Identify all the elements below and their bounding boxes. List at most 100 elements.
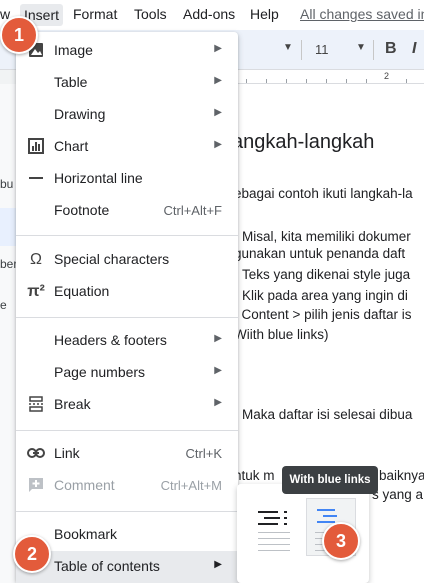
menu-item-horizontal-line[interactable]: Horizontal line: [16, 163, 238, 195]
ruler[interactable]: 2: [236, 70, 424, 84]
menu-item-headers-footers[interactable]: Headers & footers ▶: [16, 325, 238, 357]
pi-icon: π²: [27, 283, 45, 300]
menu-divider: [16, 430, 238, 431]
shortcut-label: Ctrl+K: [185, 446, 222, 461]
link-icon: [27, 445, 45, 463]
ruler-tick: [326, 79, 327, 83]
menu-item-label: Special characters: [54, 251, 170, 267]
menu-item-table[interactable]: Table ▶: [16, 67, 238, 99]
submenu-arrow-icon: ▶: [214, 107, 222, 118]
document-line: Misal, kita memiliki dokumer: [242, 229, 411, 244]
toc-preview-number: [284, 511, 287, 513]
document-line: Teks yang dikenai style juga: [242, 267, 411, 282]
ruler-tick: [346, 79, 347, 83]
submenu-arrow-icon: ▶: [214, 333, 222, 344]
menu-format[interactable]: Format: [73, 6, 117, 22]
menu-item-link[interactable]: Link Ctrl+K: [16, 438, 238, 470]
toolbar-divider: [373, 40, 374, 60]
italic-button[interactable]: I: [412, 40, 416, 58]
toc-preview-link: [317, 509, 335, 511]
toc-with-page-numbers-option[interactable]: [249, 498, 299, 556]
document-line: baiknya: [379, 468, 424, 483]
menu-item-equation[interactable]: π² Equation: [16, 276, 238, 308]
ruler-tick: [406, 79, 407, 83]
ruler-number: 2: [384, 71, 390, 81]
left-text-fragment: bu: [0, 177, 14, 191]
document-line: ebagai contoh ikuti langkah-la: [234, 186, 413, 201]
submenu-arrow-icon: ▶: [214, 43, 222, 54]
submenu-arrow-icon: ▶: [214, 559, 222, 570]
menu-item-special-characters[interactable]: Ω Special characters: [16, 244, 238, 276]
menu-item-comment[interactable]: Comment Ctrl+Alt+M: [16, 470, 238, 502]
ruler-tick: [246, 79, 247, 83]
shortcut-label: Ctrl+Alt+M: [160, 478, 222, 493]
callout-step-1: 1: [0, 16, 38, 54]
document-line: s yang a: [372, 487, 424, 502]
callout-step-3: 3: [322, 522, 360, 560]
toc-preview-text: [258, 550, 290, 551]
break-icon: [27, 396, 45, 414]
menu-item-label: Page numbers: [54, 364, 146, 380]
submenu-arrow-icon: ▶: [214, 139, 222, 150]
menu-help[interactable]: Help: [250, 6, 279, 22]
menu-item-drawing[interactable]: Drawing ▶: [16, 99, 238, 131]
menu-item-label: Link: [54, 445, 80, 461]
font-dropdown-chevron-icon[interactable]: ▼: [283, 42, 293, 53]
menu-item-label: Image: [54, 42, 93, 58]
menu-item-label: Table of contents: [54, 558, 160, 574]
shortcut-label: Ctrl+Alt+F: [163, 203, 222, 218]
toc-preview-line: [264, 517, 280, 519]
document-heading: angkah-langkah: [232, 131, 375, 153]
document-line: ntuk m: [234, 468, 275, 483]
insert-menu: Image ▶ Table ▶ Drawing ▶ Chart ▶ Horizo…: [16, 32, 238, 583]
document-line: Maka daftar isi selesai dibua: [242, 407, 413, 422]
menu-bar: w Insert Format Tools Add-ons Help All c…: [0, 0, 424, 30]
toc-preview-text: [258, 538, 290, 539]
menu-item-label: Bookmark: [54, 526, 118, 542]
menu-item-label: Equation: [54, 283, 110, 299]
menu-item-label: Headers & footers: [54, 332, 167, 348]
comment-icon: [27, 477, 45, 495]
save-status-link[interactable]: All changes saved in: [300, 6, 424, 22]
menu-addons[interactable]: Add-ons: [183, 6, 235, 22]
toc-preview-text: [258, 532, 290, 533]
menu-item-label: Horizontal line: [54, 170, 143, 186]
menu-tools[interactable]: Tools: [134, 6, 167, 22]
menu-item-page-numbers[interactable]: Page numbers ▶: [16, 357, 238, 389]
menu-item-label: Footnote: [54, 202, 110, 218]
bold-button[interactable]: B: [385, 40, 397, 58]
menu-item-label: Drawing: [54, 106, 106, 122]
menu-item-break[interactable]: Break ▶: [16, 389, 238, 421]
toc-preview-link: [323, 515, 337, 517]
document-line: gunakan untuk penanda daft: [234, 246, 406, 261]
omega-icon: Ω: [30, 251, 42, 268]
ruler-tick: [266, 79, 267, 83]
font-size-chevron-icon[interactable]: ▼: [356, 42, 366, 53]
menu-item-image[interactable]: Image ▶: [16, 35, 238, 67]
toc-preview-line: [258, 523, 278, 525]
ruler-tick: [366, 79, 367, 83]
toc-preview-number: [284, 523, 287, 525]
left-text-fragment: ber: [0, 257, 18, 271]
menu-item-label: Table: [54, 74, 88, 90]
document-line: Klik pada area yang ingin di: [242, 288, 408, 303]
menu-item-label: Comment: [54, 477, 115, 493]
ruler-tick: [286, 79, 287, 83]
submenu-arrow-icon: ▶: [214, 75, 222, 86]
toolbar-divider: [301, 40, 302, 60]
toc-preview-number: [284, 517, 287, 519]
callout-step-2: 2: [13, 535, 51, 573]
horizontal-line-icon: [27, 170, 45, 188]
menu-item-footnote[interactable]: Footnote Ctrl+Alt+F: [16, 195, 238, 227]
chart-icon: [27, 138, 45, 156]
menu-item-chart[interactable]: Chart ▶: [16, 131, 238, 163]
menu-item-label: Break: [54, 396, 91, 412]
font-size-value[interactable]: 11: [315, 42, 329, 57]
toc-preview-text: [258, 544, 290, 545]
menu-item-label: Chart: [54, 138, 89, 154]
menu-divider: [16, 511, 238, 512]
submenu-arrow-icon: ▶: [214, 397, 222, 408]
menu-divider: [16, 235, 238, 236]
submenu-arrow-icon: ▶: [214, 365, 222, 376]
left-text-fragment: e: [0, 298, 7, 312]
